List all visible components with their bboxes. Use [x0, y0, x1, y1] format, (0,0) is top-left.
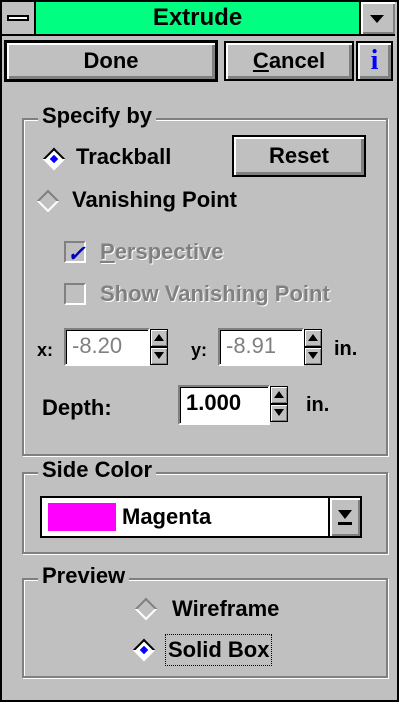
vanishing-point-label[interactable]: Vanishing Point — [72, 187, 237, 213]
color-swatch — [48, 503, 116, 531]
perspective-mnemonic: P — [100, 239, 115, 264]
title-dropdown-button[interactable] — [359, 2, 395, 36]
show-vanishing-point-checkbox[interactable] — [64, 283, 86, 305]
perspective-checkbox[interactable]: ✓ — [64, 241, 86, 266]
reset-label: Reset — [269, 143, 329, 168]
solid-box-label[interactable]: Solid Box — [164, 634, 273, 666]
depth-input[interactable]: 1.000 — [178, 385, 270, 425]
spin-up-icon[interactable] — [304, 329, 322, 347]
system-menu-icon — [7, 15, 29, 21]
arrow-down-icon — [338, 506, 352, 526]
y-spinner[interactable] — [304, 329, 322, 365]
side-color-value: Magenta — [122, 504, 212, 529]
cancel-mnemonic: C — [252, 48, 269, 73]
wireframe-label[interactable]: Wireframe — [172, 596, 279, 622]
cancel-button[interactable]: Cancel — [224, 41, 354, 81]
checkmark-icon: ✓ — [67, 241, 86, 266]
cancel-label-rest: ancel — [268, 48, 326, 73]
depth-spinner[interactable] — [270, 386, 288, 422]
specify-by-legend: Specify by — [38, 104, 157, 128]
radio-dot — [139, 645, 149, 655]
y-input[interactable]: -8.91 — [218, 328, 304, 366]
spin-up-icon[interactable] — [150, 329, 168, 347]
window-title: Extrude — [36, 2, 359, 36]
side-color-legend: Side Color — [38, 458, 157, 482]
show-vanishing-point-label[interactable]: Show Vanishing Point — [100, 281, 330, 307]
x-label: x: — [37, 340, 54, 360]
spin-down-icon[interactable] — [304, 347, 322, 365]
info-icon: i — [370, 45, 379, 76]
preview-legend: Preview — [38, 564, 130, 588]
y-label: y: — [191, 340, 208, 360]
spin-down-icon[interactable] — [270, 404, 288, 422]
x-input[interactable]: -8.20 — [64, 328, 150, 366]
done-label: Done — [83, 48, 139, 73]
spin-down-icon[interactable] — [150, 347, 168, 365]
triangle-down-icon — [370, 15, 384, 23]
x-spinner[interactable] — [150, 329, 168, 365]
radio-dot — [49, 154, 59, 164]
side-color-dropdown-button[interactable] — [328, 498, 360, 536]
reset-button[interactable]: Reset — [232, 135, 366, 177]
cancel-label: Cancel — [253, 48, 325, 73]
spin-up-icon[interactable] — [270, 386, 288, 404]
depth-unit-label: in. — [306, 394, 330, 416]
done-button[interactable]: Done — [4, 40, 218, 82]
perspective-label-rest: erspective — [114, 239, 224, 264]
system-menu-button[interactable] — [2, 2, 36, 36]
info-button[interactable]: i — [356, 41, 393, 81]
side-color-dropdown[interactable]: Magenta — [40, 496, 362, 538]
perspective-label[interactable]: Perspective — [100, 239, 224, 265]
preview-group — [22, 578, 388, 678]
xy-unit-label: in. — [334, 338, 358, 360]
depth-label: Depth: — [42, 395, 112, 420]
trackball-label[interactable]: Trackball — [76, 144, 171, 170]
